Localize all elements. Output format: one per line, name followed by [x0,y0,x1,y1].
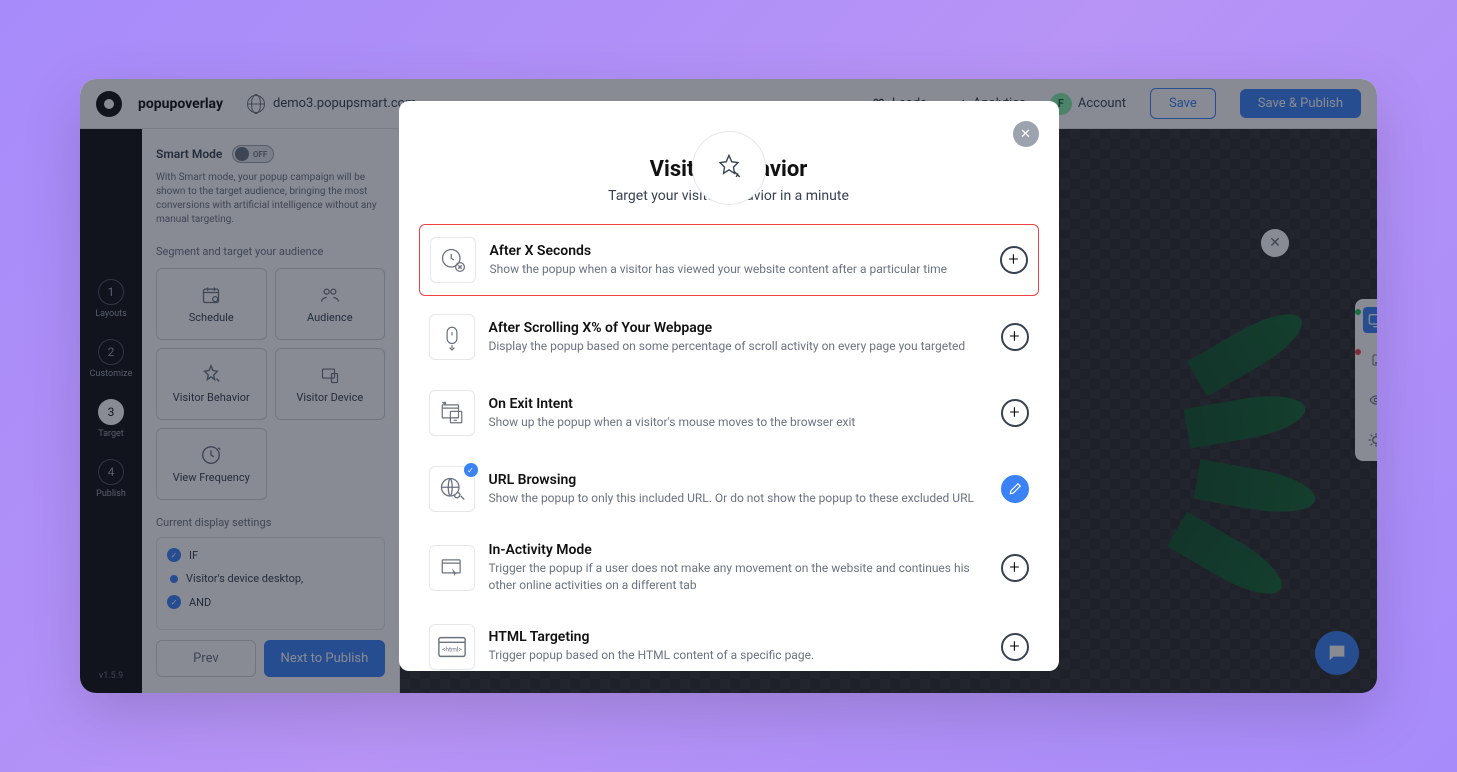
add-button[interactable]: + [1001,323,1029,351]
option-text: In-Activity ModeTrigger the popup if a u… [489,542,987,594]
option-after-scroll[interactable]: After Scrolling X% of Your WebpageDispla… [419,302,1039,372]
svg-text:<html>: <html> [442,645,462,653]
add-button[interactable]: + [1000,246,1028,274]
option-text: After X SecondsShow the popup when a vis… [490,243,986,278]
option-text: After Scrolling X% of Your WebpageDispla… [489,320,987,355]
option-text: HTML TargetingTrigger popup based on the… [489,629,987,664]
option-text: On Exit IntentShow up the popup when a v… [489,396,987,431]
option-url-browsing[interactable]: ✓ URL BrowsingShow the popup to only thi… [419,454,1039,524]
url-icon: ✓ [429,466,475,512]
option-after-seconds[interactable]: After X SecondsShow the popup when a vis… [419,224,1039,296]
option-html-targeting[interactable]: <html> HTML TargetingTrigger popup based… [419,612,1039,671]
checked-badge: ✓ [464,463,478,477]
add-button[interactable]: + [1001,633,1029,661]
clock-icon [430,237,476,283]
star-cursor-icon [711,150,747,186]
option-exit-intent[interactable]: On Exit IntentShow up the popup when a v… [419,378,1039,448]
option-inactivity[interactable]: In-Activity ModeTrigger the popup if a u… [419,530,1039,606]
pencil-icon [1008,482,1022,496]
modal-header-icon [692,131,766,205]
option-text: URL BrowsingShow the popup to only this … [489,472,987,507]
inactivity-icon [429,545,475,591]
add-button[interactable]: + [1001,554,1029,582]
add-button[interactable]: + [1001,399,1029,427]
app-window: popupoverlay demo3.popupsmart.com Leads … [80,79,1377,693]
edit-button[interactable] [1001,475,1029,503]
scroll-icon [429,314,475,360]
modal-close-button[interactable]: ✕ [1013,121,1039,147]
html-icon: <html> [429,624,475,670]
exit-intent-icon [429,390,475,436]
